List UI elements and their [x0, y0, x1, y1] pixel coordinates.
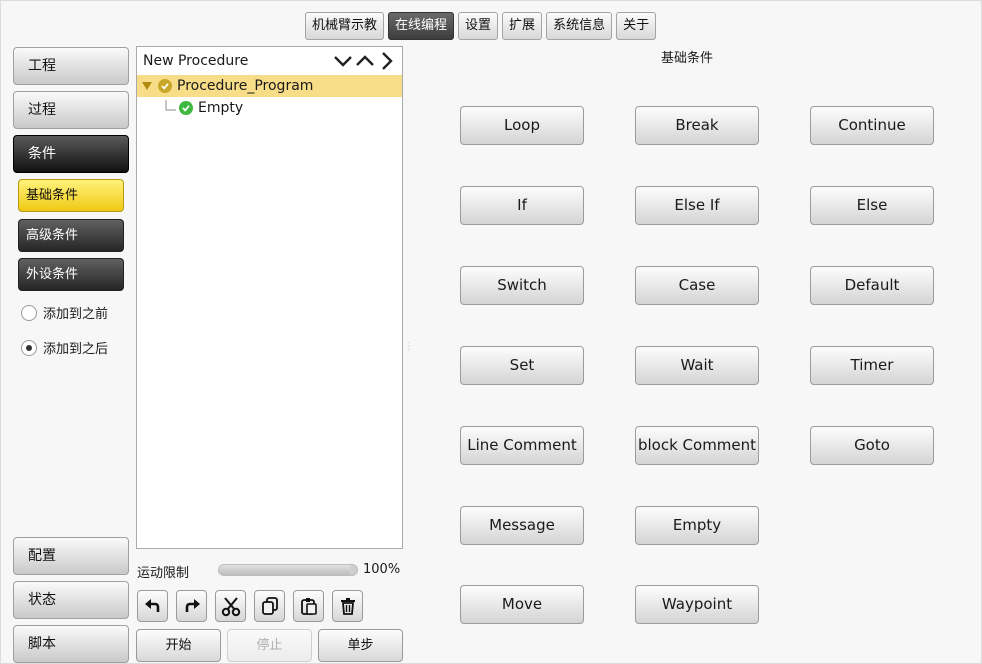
tab-settings[interactable]: 设置 [458, 12, 499, 40]
tab-online-programming[interactable]: 在线编程 [388, 12, 455, 40]
edit-toolbar [137, 590, 363, 622]
wait-button[interactable]: Wait [635, 346, 759, 385]
move-button[interactable]: Move [460, 585, 584, 624]
set-button[interactable]: Set [460, 346, 584, 385]
redo-icon [185, 599, 200, 612]
sidebar-item-status[interactable]: 状态 [13, 581, 129, 619]
goto-button[interactable]: Goto [810, 426, 934, 465]
add-before-radio[interactable]: 添加到之前 [21, 303, 108, 322]
empty-button[interactable]: Empty [635, 506, 759, 545]
motion-limit-value: 100% [363, 562, 401, 577]
add-before-label: 添加到之前 [43, 307, 109, 322]
continue-button[interactable]: Continue [810, 106, 934, 145]
procedure-tree-panel: New Procedure Procedure_Program Empty [136, 46, 403, 549]
tree-node-child[interactable]: Empty [137, 97, 402, 119]
if-button[interactable]: If [460, 186, 584, 225]
paste-icon [300, 598, 317, 615]
radio-button-checked[interactable] [21, 339, 37, 356]
paste-button[interactable] [293, 590, 324, 622]
else-if-button[interactable]: Else If [635, 186, 759, 225]
radio-button[interactable] [21, 304, 37, 321]
tree-branch-icon [165, 100, 176, 111]
sidebar-item-config[interactable]: 配置 [13, 537, 129, 575]
else-button[interactable]: Else [810, 186, 934, 225]
sidebar-item-advanced-condition[interactable]: 高级条件 [18, 219, 124, 252]
sidebar-item-script[interactable]: 脚本 [13, 625, 129, 663]
chevron-down-icon[interactable] [332, 50, 354, 72]
tab-extensions[interactable]: 扩展 [502, 12, 543, 40]
waypoint-button[interactable]: Waypoint [635, 585, 759, 624]
top-tab-bar: 机械臂示教 在线编程 设置 扩展 系统信息 关于 [305, 12, 657, 40]
sidebar-item-peripheral-condition[interactable]: 外设条件 [18, 258, 124, 291]
cut-icon [221, 597, 240, 617]
check-icon [158, 79, 172, 93]
sidebar-item-project[interactable]: 工程 [13, 47, 129, 85]
copy-button[interactable] [254, 590, 285, 622]
stop-button[interactable]: 停止 [227, 629, 312, 662]
add-after-radio[interactable]: 添加到之后 [21, 338, 108, 357]
condition-panel-title: 基础条件 [661, 51, 714, 66]
copy-icon [261, 597, 278, 615]
delete-button[interactable] [332, 590, 363, 622]
undo-icon [144, 599, 159, 612]
sidebar-item-basic-condition[interactable]: 基础条件 [18, 179, 124, 212]
case-button[interactable]: Case [635, 266, 759, 305]
timer-button[interactable]: Timer [810, 346, 934, 385]
chevron-right-icon[interactable] [376, 50, 398, 72]
motion-limit-fill [219, 565, 351, 575]
message-button[interactable]: Message [460, 506, 584, 545]
start-button[interactable]: 开始 [136, 629, 221, 662]
motion-limit-label: 运动限制 [137, 566, 190, 581]
switch-button[interactable]: Switch [460, 266, 584, 305]
tree-node-label: Empty [198, 100, 244, 116]
undo-button[interactable] [137, 590, 168, 622]
tab-system-info[interactable]: 系统信息 [546, 12, 613, 40]
break-button[interactable]: Break [635, 106, 759, 145]
step-button[interactable]: 单步 [318, 629, 403, 662]
redo-button[interactable] [176, 590, 207, 622]
loop-button[interactable]: Loop [460, 106, 584, 145]
tab-robot-teach[interactable]: 机械臂示教 [305, 12, 385, 40]
app-window: 机械臂示教 在线编程 设置 扩展 系统信息 关于 工程 过程 条件 基础条件 高… [0, 0, 982, 664]
cut-button[interactable] [215, 590, 246, 622]
block-comment-button[interactable]: block Comment [635, 426, 759, 465]
add-after-label: 添加到之后 [43, 342, 109, 357]
motion-limit-slider[interactable] [218, 564, 358, 576]
sidebar-item-process[interactable]: 过程 [13, 91, 129, 129]
tab-about[interactable]: 关于 [616, 12, 657, 40]
expand-triangle-icon[interactable] [141, 80, 153, 92]
check-icon [179, 101, 193, 115]
tree-header: New Procedure [137, 47, 402, 75]
sidebar-item-condition[interactable]: 条件 [13, 135, 129, 173]
tree-node-root[interactable]: Procedure_Program [137, 75, 402, 97]
delete-icon [340, 598, 355, 615]
panel-splitter[interactable]: ⋮ [404, 341, 414, 371]
tree-node-label: Procedure_Program [177, 78, 314, 94]
line-comment-button[interactable]: Line Comment [460, 426, 584, 465]
chevron-up-icon[interactable] [354, 50, 376, 72]
default-button[interactable]: Default [810, 266, 934, 305]
procedure-title: New Procedure [143, 53, 249, 69]
